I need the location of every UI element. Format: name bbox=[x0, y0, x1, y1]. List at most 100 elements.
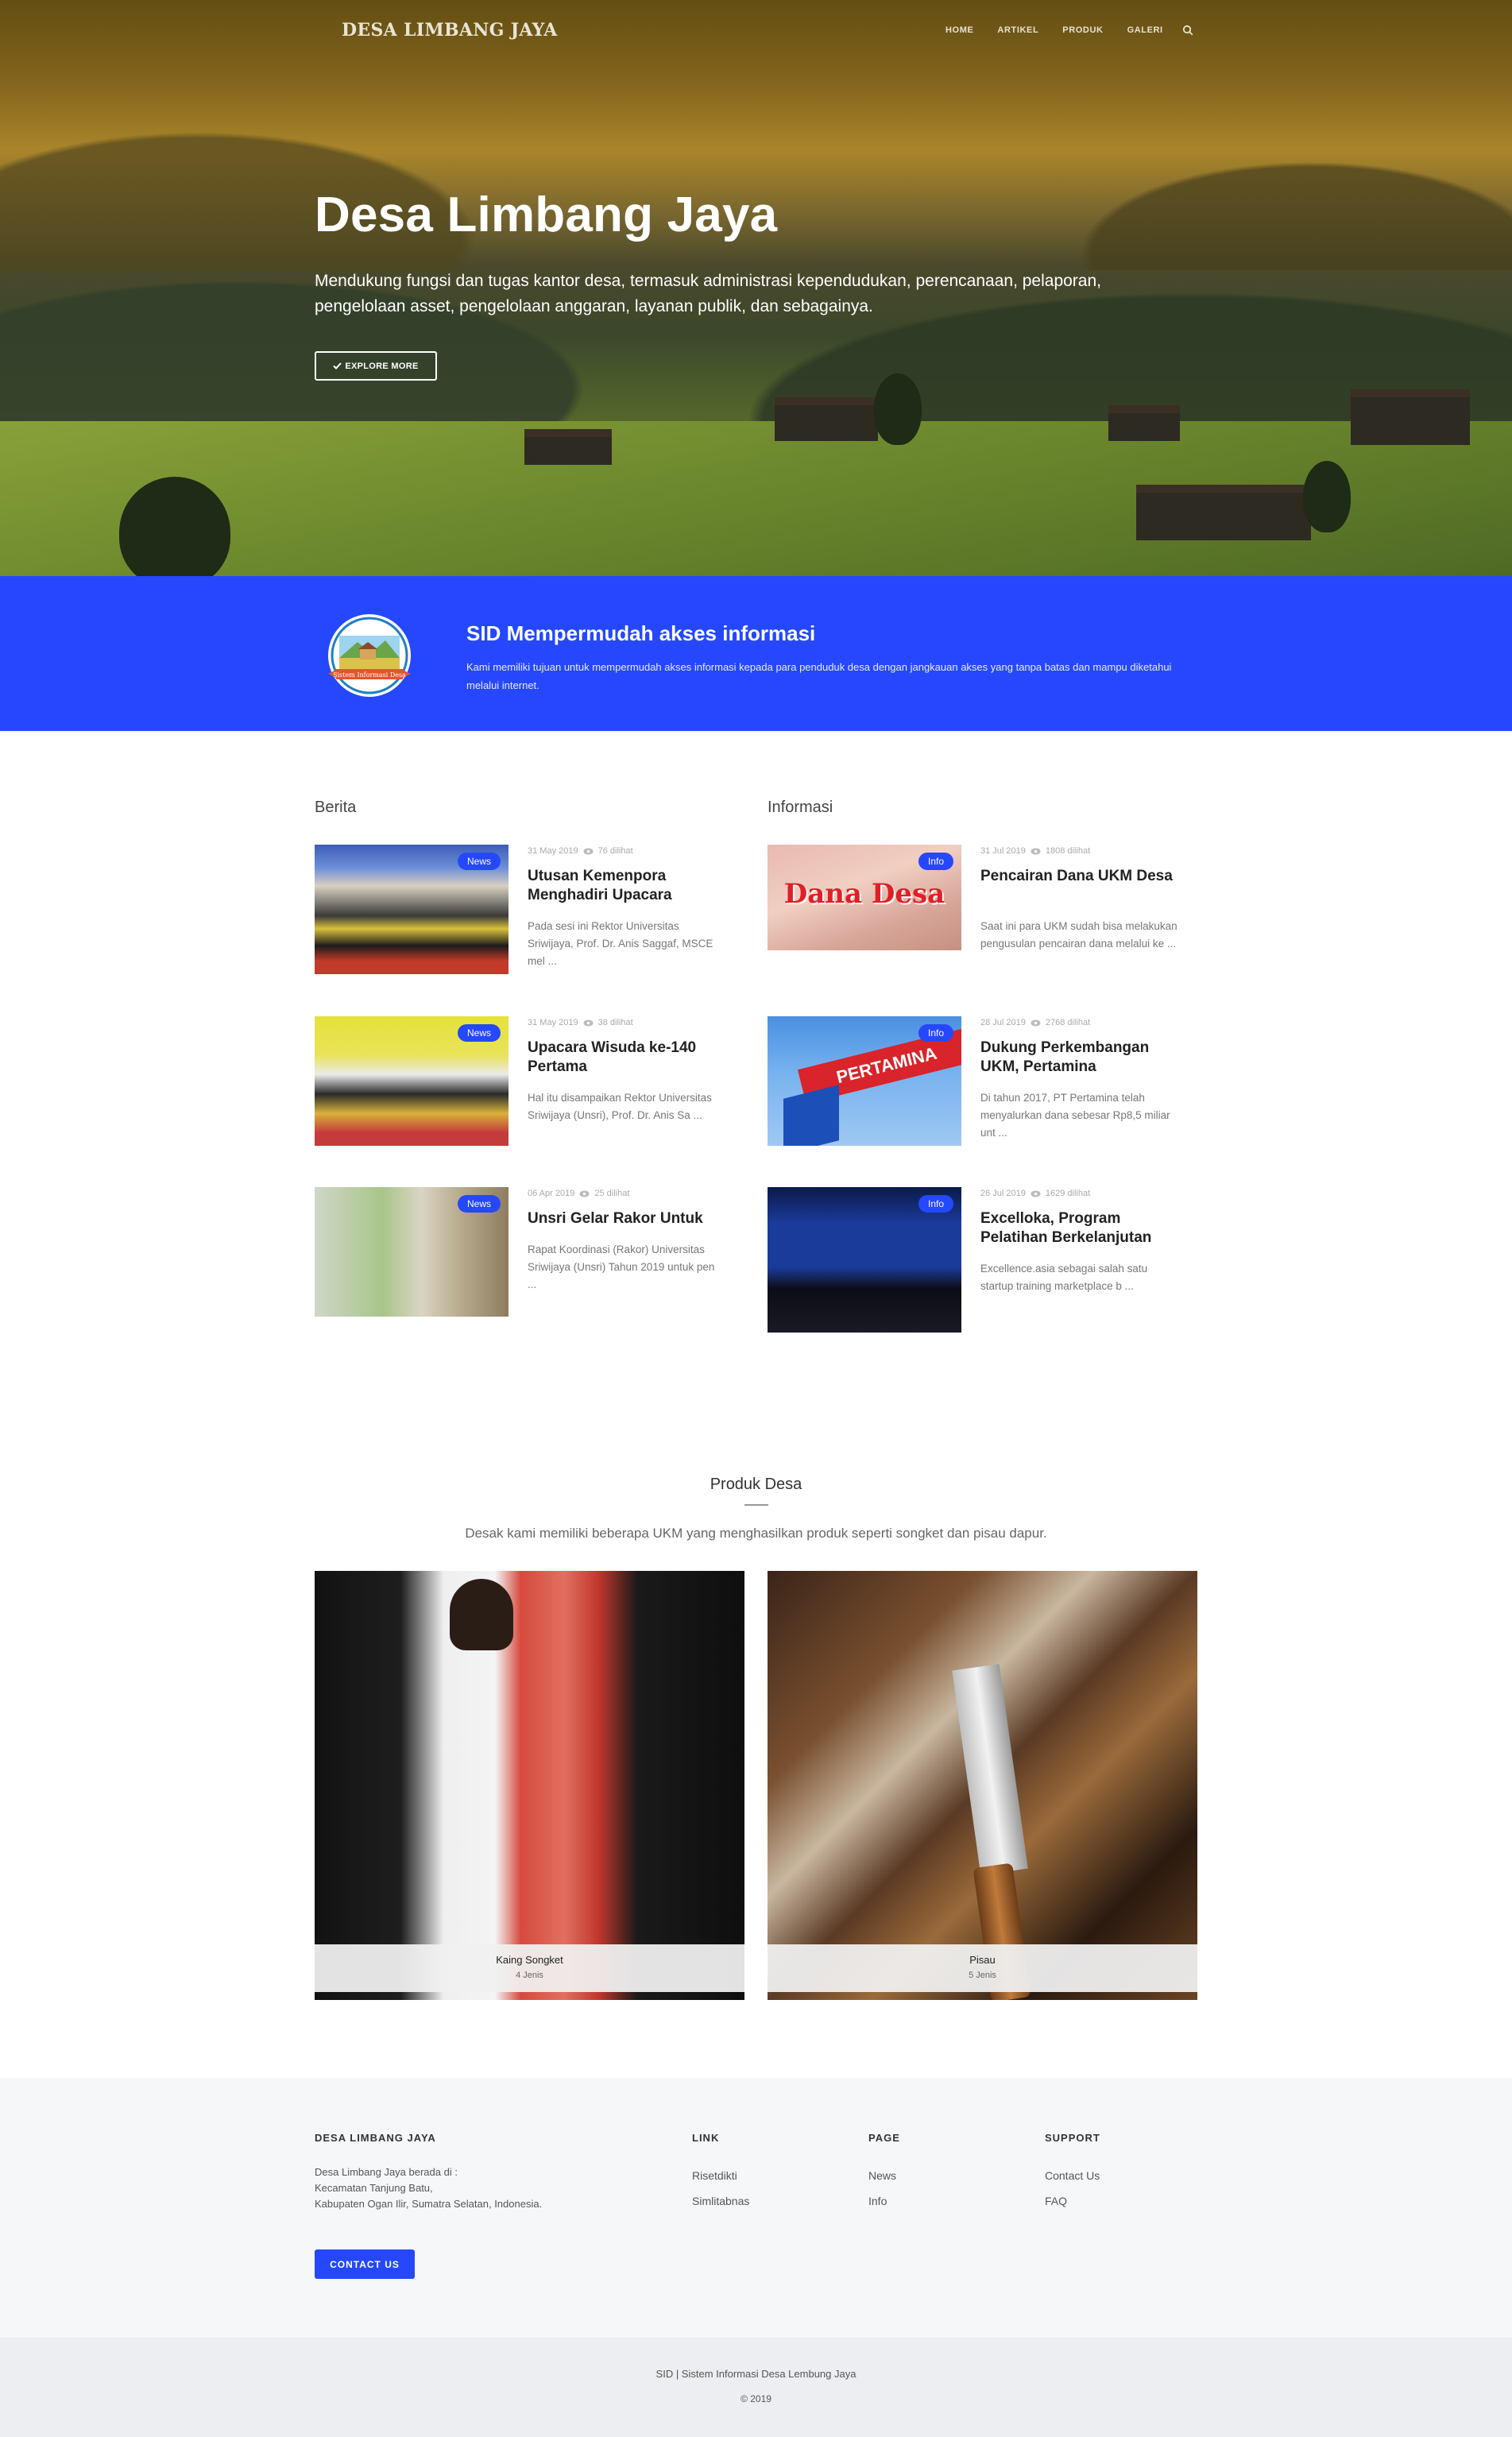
contact-us-button[interactable]: CONTACT US bbox=[315, 2249, 415, 2279]
info-title[interactable]: Excelloka, Program Pelatihan Berkelanjut… bbox=[980, 1209, 1179, 1248]
produk-title-underline bbox=[744, 1504, 768, 1506]
hero-house bbox=[775, 397, 878, 441]
hero-background-mountains bbox=[0, 87, 1512, 421]
product-image-blade bbox=[952, 1664, 1028, 1875]
info-band bbox=[0, 576, 1512, 731]
product-name[interactable]: Pisau bbox=[768, 1954, 1197, 1966]
news-card[interactable]: News 06 Apr 2019 25 dilihat Unsri Gelar … bbox=[315, 1187, 728, 1334]
product-count: 4 Jenis bbox=[516, 1971, 543, 1980]
news-views: 38 dilihat bbox=[597, 1018, 633, 1027]
news-excerpt: Pada sesi ini Rektor Universitas Sriwija… bbox=[528, 920, 713, 967]
sid-logo: Sistem Informasi Desa bbox=[328, 614, 411, 697]
news-card[interactable]: News 31 May 2019 38 dilihat Upacara Wisu… bbox=[315, 1016, 728, 1163]
main-menu: HOME ARTIKEL PRODUK GALERI bbox=[945, 25, 1163, 35]
explore-more-button[interactable]: EXPLORE MORE bbox=[315, 351, 437, 381]
news-excerpt: Rapat Koordinasi (Rakor) Universitas Sri… bbox=[528, 1244, 715, 1290]
info-title[interactable]: Dukung Perkembangan UKM, Pertamina bbox=[980, 1039, 1179, 1077]
hero-tree bbox=[874, 373, 922, 445]
berita-heading: Berita bbox=[315, 799, 357, 816]
hero-house bbox=[1351, 389, 1470, 445]
footer-support-faq[interactable]: FAQ bbox=[1045, 2195, 1067, 2207]
news-views: 76 dilihat bbox=[597, 846, 633, 856]
hero-house bbox=[1108, 405, 1180, 441]
footer-link-simlitabnas[interactable]: Simlitabnas bbox=[692, 2195, 749, 2207]
info-card[interactable]: Info 26 Jul 2019 1629 dilihat Excelloka,… bbox=[768, 1187, 1181, 1334]
product-card[interactable]: Pisau 5 Jenis bbox=[768, 1571, 1197, 2000]
info-date: 28 Jul 2019 bbox=[980, 1018, 1026, 1027]
info-excerpt: Di tahun 2017, PT Pertamina telah menyal… bbox=[980, 1092, 1170, 1139]
hero-house bbox=[524, 429, 612, 465]
news-badge: News bbox=[457, 1195, 501, 1213]
hero-description: Mendukung fungsi dan tugas kantor desa, … bbox=[315, 272, 1101, 315]
news-views: 25 dilihat bbox=[594, 1189, 630, 1198]
band-description: Kami memiliki tujuan untuk mempermudah a… bbox=[466, 661, 1172, 691]
footer-link-risetdikti[interactable]: Risetdikti bbox=[692, 2169, 737, 2182]
info-thumbnail[interactable]: Dana Desa Info bbox=[768, 845, 961, 950]
news-thumbnail[interactable]: News bbox=[315, 845, 509, 974]
news-thumbnail[interactable]: News bbox=[315, 1187, 509, 1317]
news-date: 06 Apr 2019 bbox=[528, 1189, 575, 1198]
news-card[interactable]: News 31 May 2019 76 dilihat Utusan Kemen… bbox=[315, 845, 728, 992]
product-caption: Pisau 5 Jenis bbox=[768, 1944, 1197, 1992]
copyright-bar bbox=[0, 2338, 1512, 2437]
news-title[interactable]: Utusan Kemenpora Menghadiri Upacara bbox=[528, 867, 726, 905]
footer-page-info[interactable]: Info bbox=[868, 2195, 887, 2207]
menu-item-produk[interactable]: PRODUK bbox=[1062, 25, 1103, 35]
news-date: 31 May 2019 bbox=[528, 1018, 578, 1027]
menu-item-galeri[interactable]: GALERI bbox=[1127, 25, 1163, 35]
info-image-pillar bbox=[783, 1085, 839, 1146]
footer-address-line: Desa Limbang Jaya berada di : bbox=[315, 2166, 458, 2178]
product-card[interactable]: Kaing Songket 4 Jenis bbox=[315, 1571, 744, 2000]
copyright-year: © 2019 bbox=[741, 2393, 771, 2404]
news-meta: 31 May 2019 76 dilihat bbox=[528, 846, 633, 856]
info-views: 2768 dilihat bbox=[1045, 1018, 1091, 1027]
eye-icon bbox=[583, 848, 594, 854]
product-name[interactable]: Kaing Songket bbox=[315, 1954, 744, 1966]
news-meta: 31 May 2019 38 dilihat bbox=[528, 1018, 633, 1027]
footer-page-news[interactable]: News bbox=[868, 2169, 896, 2182]
info-thumbnail[interactable]: Info bbox=[768, 1187, 961, 1333]
news-title[interactable]: Unsri Gelar Rakor Untuk bbox=[528, 1209, 726, 1228]
sid-logo-text: Sistem Informasi Desa bbox=[333, 671, 406, 679]
eye-icon bbox=[579, 1190, 590, 1197]
explore-more-label: EXPLORE MORE bbox=[345, 361, 419, 371]
info-image-caption: Dana Desa bbox=[783, 878, 945, 910]
footer-about-heading: DESA LIMBANG JAYA bbox=[315, 2132, 436, 2144]
menu-item-artikel[interactable]: ARTIKEL bbox=[997, 25, 1038, 35]
footer-page-heading: PAGE bbox=[868, 2132, 900, 2144]
copyright-text: SID | Sistem Informasi Desa Lembung Jaya bbox=[655, 2368, 857, 2380]
news-thumbnail[interactable]: News bbox=[315, 1016, 509, 1146]
footer-address: Desa Limbang Jaya berada di : Kecamatan … bbox=[315, 2164, 648, 2212]
info-card[interactable]: Dana Desa Info 31 Jul 2019 1808 dilihat … bbox=[768, 845, 1181, 992]
info-badge: Info bbox=[918, 1195, 953, 1213]
footer-link-heading: LINK bbox=[692, 2132, 720, 2144]
info-date: 26 Jul 2019 bbox=[980, 1189, 1026, 1198]
info-title[interactable]: Pencairan Dana UKM Desa bbox=[980, 867, 1179, 886]
info-card[interactable]: PERTAMINA Info 28 Jul 2019 2768 dilihat … bbox=[768, 1016, 1181, 1163]
eye-icon bbox=[1031, 1019, 1041, 1026]
top-navigation: DESA LIMBANG JAYA HOME ARTIKEL PRODUK GA… bbox=[0, 0, 1512, 64]
hero-house bbox=[1136, 485, 1311, 540]
search-icon[interactable] bbox=[1182, 25, 1193, 36]
eye-icon bbox=[1031, 1190, 1041, 1197]
check-icon bbox=[333, 362, 342, 369]
informasi-heading: Informasi bbox=[768, 799, 833, 816]
info-excerpt: Saat ini para UKM sudah bisa melakukan p… bbox=[980, 920, 1178, 950]
info-views: 1629 dilihat bbox=[1045, 1189, 1091, 1198]
footer-address-line: Kecamatan Tanjung Batu, bbox=[315, 2182, 433, 2194]
news-badge: News bbox=[457, 1024, 501, 1042]
footer-support-contact[interactable]: Contact Us bbox=[1045, 2169, 1100, 2182]
news-excerpt: Hal itu disampaikan Rektor Universitas S… bbox=[528, 1092, 712, 1121]
menu-item-home[interactable]: HOME bbox=[945, 25, 973, 35]
news-title[interactable]: Upacara Wisuda ke-140 Pertama bbox=[528, 1039, 726, 1077]
brand-logo-text[interactable]: DESA LIMBANG JAYA bbox=[342, 20, 558, 41]
product-caption: Kaing Songket 4 Jenis bbox=[315, 1944, 744, 1992]
info-thumbnail[interactable]: PERTAMINA Info bbox=[768, 1016, 961, 1146]
info-meta: 26 Jul 2019 1629 dilihat bbox=[980, 1189, 1090, 1198]
eye-icon bbox=[1031, 848, 1041, 854]
hero-title: Desa Limbang Jaya bbox=[315, 188, 778, 242]
news-badge: News bbox=[457, 853, 501, 870]
eye-icon bbox=[583, 1019, 594, 1026]
product-count: 5 Jenis bbox=[969, 1971, 996, 1980]
info-excerpt: Excellence.asia sebagai salah satu start… bbox=[980, 1263, 1148, 1292]
